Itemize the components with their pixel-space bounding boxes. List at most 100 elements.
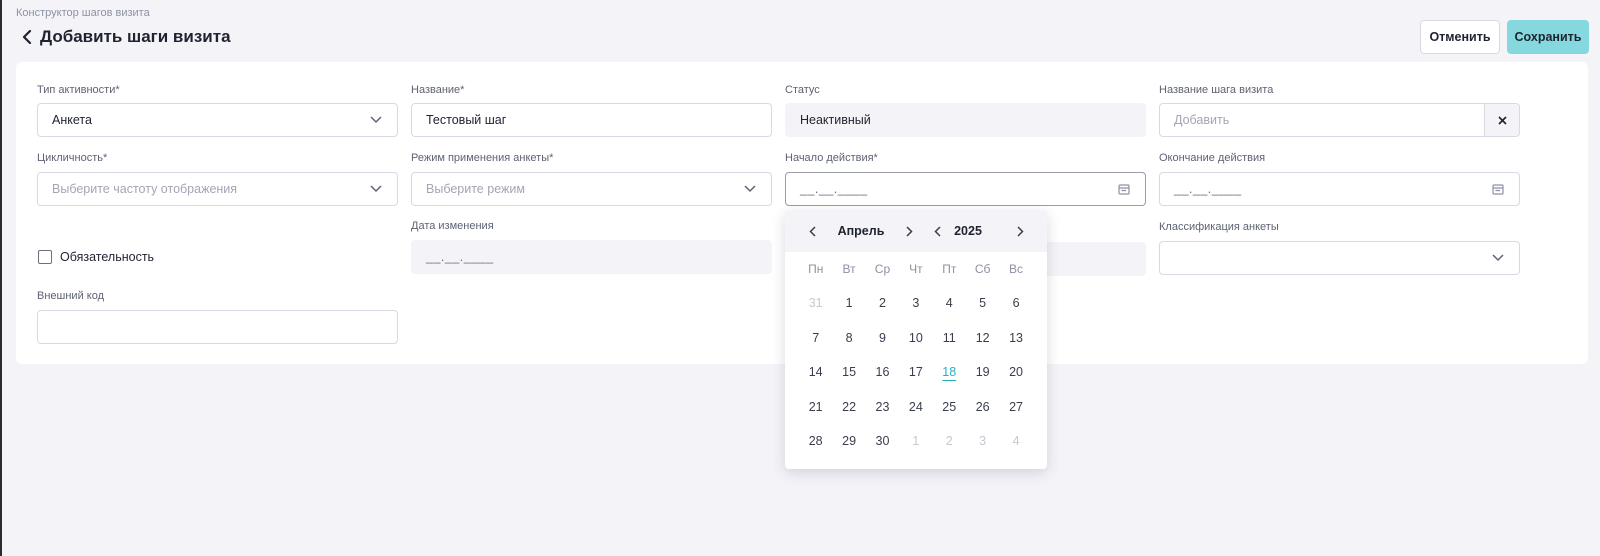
weekday-label: Чт (909, 262, 923, 276)
day-cell[interactable]: 22 (832, 400, 865, 414)
day-cell[interactable]: 2 (933, 434, 966, 448)
close-icon (1497, 115, 1507, 125)
change-date-label: Дата изменения (411, 220, 494, 232)
prev-year-button[interactable] (930, 224, 944, 238)
weekday-label: Вс (1009, 262, 1024, 276)
classification-select[interactable] (1159, 241, 1520, 275)
cyclicity-select[interactable]: Выберите частоту отображения (37, 172, 398, 206)
page-title: Добавить шаги визита (40, 27, 231, 46)
cyclicity-label: Цикличность* (37, 152, 108, 164)
clear-step-name-button[interactable] (1484, 103, 1520, 137)
year-label[interactable]: 2025 (943, 224, 993, 238)
day-cell[interactable]: 8 (832, 331, 865, 345)
external-code-label: Внешний код (37, 290, 105, 302)
day-cell[interactable]: 14 (799, 365, 832, 379)
breadcrumb[interactable]: Конструктор шагов визита (16, 7, 150, 19)
week-row: 7 8 9 10 11 12 13 (785, 321, 1047, 356)
week-row: 21 22 23 24 25 26 27 (785, 390, 1047, 425)
date-picker-popup: Апрель 2025 Пн Вт Ср Чт Пт Сб Вс 31 1 2 … (785, 210, 1047, 469)
name-label: Название* (411, 84, 465, 96)
day-cell[interactable]: 4 (933, 296, 966, 310)
day-cell[interactable]: 1 (832, 296, 865, 310)
chevron-left-icon (22, 30, 32, 44)
back-button[interactable] (18, 26, 36, 48)
chevron-down-icon (369, 113, 383, 127)
start-date-label: Начало действия* (785, 152, 878, 164)
step-name-label: Название шага визита (1159, 84, 1274, 96)
calendar-icon[interactable] (1117, 182, 1131, 196)
day-cell[interactable]: 31 (799, 296, 832, 310)
classification-label: Классификация анкеты (1159, 221, 1279, 233)
day-cell[interactable]: 3 (966, 434, 999, 448)
chevron-right-icon (1016, 225, 1024, 237)
prev-month-button[interactable] (805, 224, 819, 238)
month-label[interactable]: Апрель (825, 224, 897, 238)
day-cell[interactable]: 25 (933, 400, 966, 414)
mandatory-checkbox-row[interactable]: Обязательность (38, 250, 154, 264)
calendar-icon[interactable] (1491, 182, 1505, 196)
day-cell[interactable]: 28 (799, 434, 832, 448)
day-cell[interactable]: 24 (899, 400, 932, 414)
day-cell[interactable]: 9 (866, 331, 899, 345)
day-cell-today[interactable]: 18 (933, 365, 966, 379)
cyclicity-placeholder: Выберите частоту отображения (52, 182, 238, 196)
day-cell[interactable]: 3 (899, 296, 932, 310)
weekday-label: Вт (842, 262, 856, 276)
page-header: Добавить шаги визита (18, 26, 231, 48)
day-cell[interactable]: 11 (933, 331, 966, 345)
window-edge (0, 0, 2, 556)
weekday-label: Пт (942, 262, 957, 276)
day-cell[interactable]: 13 (999, 331, 1032, 345)
day-cell[interactable]: 20 (999, 365, 1032, 379)
day-cell[interactable]: 16 (866, 365, 899, 379)
apply-mode-select[interactable]: Выберите режим (411, 172, 772, 206)
name-value: Тестовый шаг (426, 113, 507, 127)
day-cell[interactable]: 23 (866, 400, 899, 414)
chevron-left-icon (933, 225, 941, 237)
day-cell[interactable]: 26 (966, 400, 999, 414)
day-cell[interactable]: 17 (899, 365, 932, 379)
external-code-input[interactable] (37, 310, 398, 344)
start-date-input[interactable]: __.__.____ (785, 172, 1146, 206)
weekday-label: Сб (974, 262, 991, 276)
end-date-label: Окончание действия (1159, 152, 1266, 164)
name-input[interactable]: Тестовый шаг (411, 103, 772, 137)
mandatory-label: Обязательность (60, 250, 155, 264)
hidden-field-behind-calendar (1040, 242, 1146, 276)
day-cell[interactable]: 4 (999, 434, 1032, 448)
weekday-label: Ср (874, 262, 891, 276)
mandatory-checkbox[interactable] (38, 250, 52, 264)
day-cell[interactable]: 19 (966, 365, 999, 379)
day-cell[interactable]: 2 (866, 296, 899, 310)
week-row: 14 15 16 17 18 19 20 (785, 355, 1047, 390)
change-date-field: __.__.____ (411, 240, 772, 274)
day-cell[interactable]: 30 (866, 434, 899, 448)
day-cell[interactable]: 21 (799, 400, 832, 414)
end-date-input[interactable]: __.__.____ (1159, 172, 1520, 206)
next-year-button[interactable] (1013, 224, 1027, 238)
next-month-button[interactable] (902, 224, 916, 238)
day-cell[interactable]: 10 (899, 331, 932, 345)
step-name-input[interactable]: Добавить (1159, 103, 1485, 137)
day-cell[interactable]: 1 (899, 434, 932, 448)
week-row: 31 1 2 3 4 5 6 (785, 286, 1047, 321)
activity-type-label: Тип активности* (37, 84, 120, 96)
day-cell[interactable]: 7 (799, 331, 832, 345)
day-cell[interactable]: 29 (832, 434, 865, 448)
change-date-mask: __.__.____ (426, 250, 494, 264)
date-picker-header: Апрель 2025 (785, 210, 1047, 252)
cancel-button[interactable]: Отменить (1420, 20, 1500, 54)
day-cell[interactable]: 15 (832, 365, 865, 379)
status-field: Неактивный (785, 103, 1146, 137)
apply-mode-placeholder: Выберите режим (426, 182, 525, 196)
day-cell[interactable]: 5 (966, 296, 999, 310)
weekday-label: Пн (808, 262, 824, 276)
weekday-header: Пн Вт Ср Чт Пт Сб Вс (785, 252, 1047, 286)
day-cell[interactable]: 12 (966, 331, 999, 345)
start-date-mask: __.__.____ (800, 182, 868, 196)
save-button[interactable]: Сохранить (1507, 20, 1589, 54)
status-value: Неактивный (800, 113, 871, 127)
day-cell[interactable]: 27 (999, 400, 1032, 414)
activity-type-select[interactable]: Анкета (37, 103, 398, 137)
day-cell[interactable]: 6 (999, 296, 1032, 310)
